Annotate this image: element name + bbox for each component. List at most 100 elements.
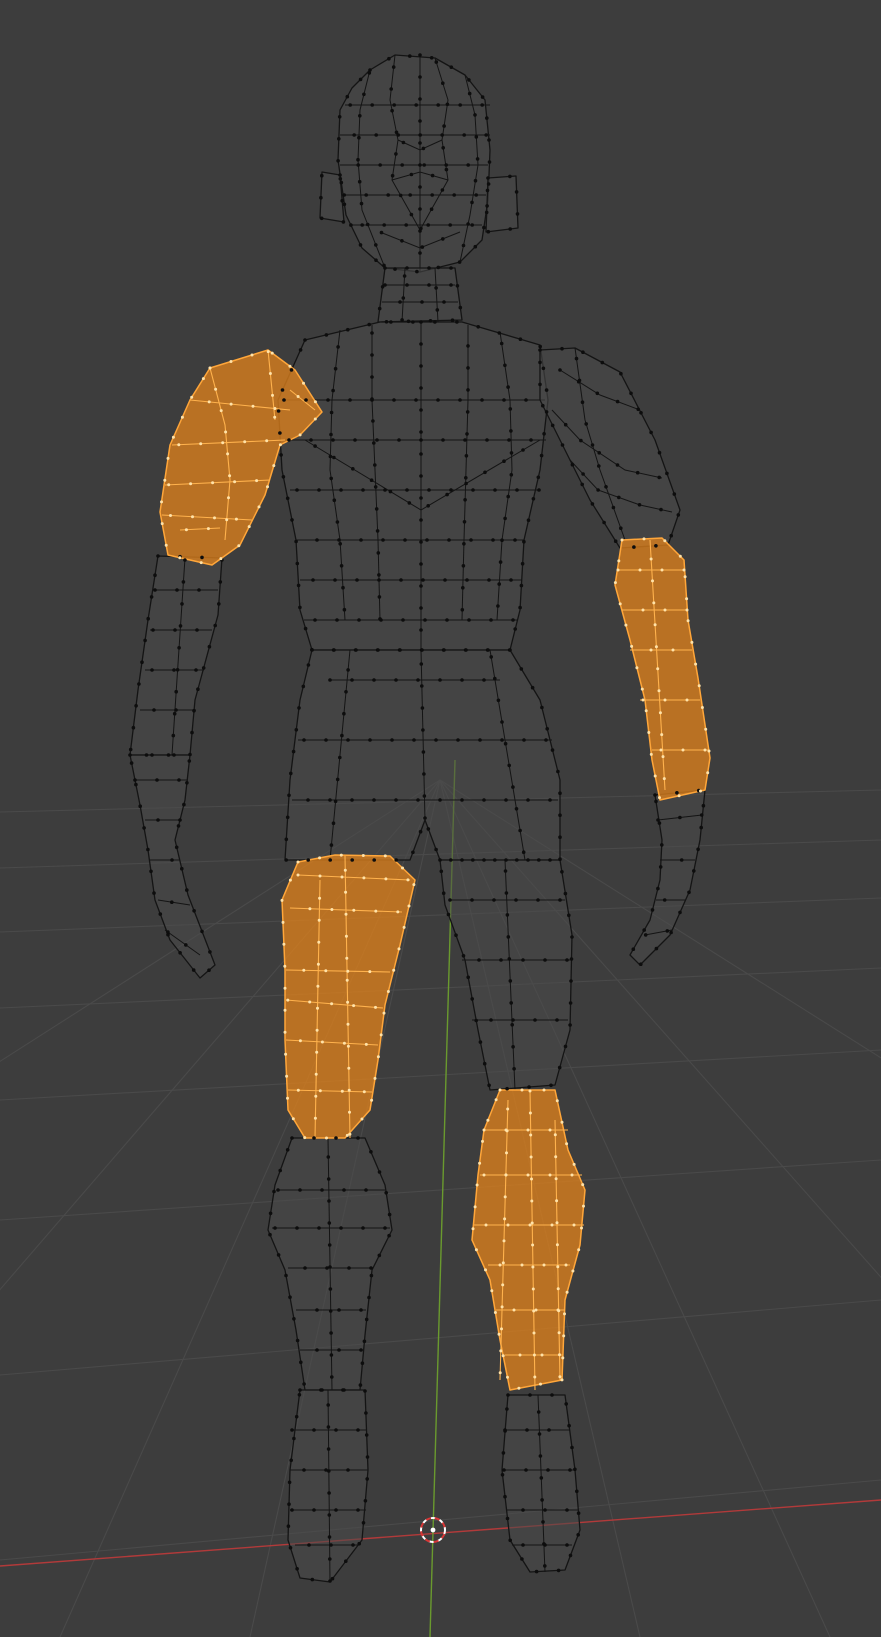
vertex	[207, 968, 211, 972]
vertex	[315, 1348, 319, 1352]
floor-grid	[0, 779, 881, 1637]
vertex	[502, 459, 506, 464]
vertex	[657, 689, 661, 693]
vertex	[418, 75, 422, 79]
vertex	[192, 708, 196, 713]
vertex	[297, 1393, 302, 1397]
vertex	[572, 1162, 576, 1166]
vertex	[376, 1055, 380, 1059]
vertex	[486, 229, 491, 234]
vertex	[406, 878, 410, 882]
mesh-upper-arm-left[interactable]	[539, 347, 681, 549]
vertex	[637, 503, 642, 507]
vertex	[294, 539, 298, 544]
vertex	[629, 391, 633, 396]
vertex	[643, 933, 648, 937]
vertex	[466, 163, 471, 167]
vertex	[419, 628, 423, 632]
mesh-shin-right[interactable]	[267, 1137, 393, 1391]
vertex	[237, 544, 241, 548]
vertex	[531, 1265, 535, 1269]
vertex	[409, 212, 414, 217]
vertex	[418, 53, 422, 57]
vertex	[513, 538, 517, 542]
vertex	[405, 488, 409, 492]
mesh-hand-left[interactable]	[629, 789, 706, 966]
vertex	[503, 741, 508, 746]
vertex	[397, 438, 401, 442]
vertex	[539, 1382, 542, 1386]
vertex	[383, 283, 387, 287]
vertex	[419, 606, 423, 610]
vertex	[580, 1226, 583, 1230]
mesh-head[interactable]	[319, 54, 519, 273]
vertex	[671, 648, 675, 652]
vertex	[553, 1133, 557, 1137]
vertex	[600, 360, 605, 365]
3d-viewport[interactable]	[0, 0, 881, 1637]
vertex	[498, 1088, 502, 1092]
vertex	[681, 748, 685, 752]
vertex	[337, 1308, 341, 1312]
vertex	[563, 1044, 568, 1049]
vertex	[462, 133, 467, 137]
vertex	[487, 1083, 491, 1088]
mesh-hand-right[interactable]	[129, 754, 216, 979]
vertex	[398, 648, 402, 652]
vertex	[128, 753, 132, 757]
vertex	[407, 501, 412, 505]
vertex	[442, 124, 446, 128]
vertex	[285, 1148, 290, 1152]
vertex	[500, 1305, 504, 1309]
selection-shin-left[interactable]	[471, 1089, 586, 1391]
vertex	[247, 525, 251, 529]
vertex	[469, 538, 473, 542]
vertex	[328, 1579, 332, 1583]
vertex	[190, 395, 194, 399]
vertex	[550, 1223, 554, 1227]
mesh-forearm-right[interactable]	[129, 555, 223, 756]
viewport-canvas[interactable]	[0, 0, 881, 1637]
vertex	[487, 160, 492, 164]
mesh-neck[interactable]	[377, 267, 463, 323]
vertex	[340, 733, 344, 738]
vertex	[544, 738, 548, 742]
vertex	[436, 103, 441, 107]
vertex	[537, 858, 541, 862]
vertex	[302, 968, 306, 972]
vertex	[560, 443, 565, 447]
vertex	[658, 711, 662, 715]
selection-forearm-left[interactable]	[614, 537, 711, 801]
vertex	[390, 738, 394, 742]
vertex	[570, 1445, 574, 1450]
vertex	[153, 573, 157, 577]
mesh-torso[interactable]	[277, 321, 549, 651]
vertex	[511, 1045, 515, 1049]
vertex	[699, 789, 702, 793]
vertex	[340, 1089, 344, 1093]
vertex	[461, 564, 466, 568]
vertex	[568, 1023, 572, 1027]
mesh-pelvis[interactable]	[284, 649, 561, 861]
vertex	[368, 738, 372, 742]
vertex	[327, 1221, 332, 1225]
vertex	[447, 538, 451, 542]
vertex	[568, 1001, 573, 1005]
vertex	[597, 451, 601, 455]
vertex	[320, 173, 324, 178]
selection-thigh-right[interactable]	[281, 854, 416, 1139]
vertex	[639, 411, 643, 415]
vertex	[632, 545, 636, 549]
vertex	[564, 1263, 568, 1267]
vertex	[558, 1353, 561, 1357]
vertex	[364, 193, 369, 197]
vertex	[211, 481, 215, 485]
vertex	[233, 480, 237, 484]
vertex	[328, 678, 332, 682]
vertex	[318, 1089, 322, 1093]
vertex	[392, 968, 396, 972]
mesh-foot-right[interactable]	[287, 1389, 369, 1583]
vertex	[339, 488, 343, 492]
vertex	[285, 496, 290, 501]
character-mesh[interactable]	[129, 54, 711, 1583]
